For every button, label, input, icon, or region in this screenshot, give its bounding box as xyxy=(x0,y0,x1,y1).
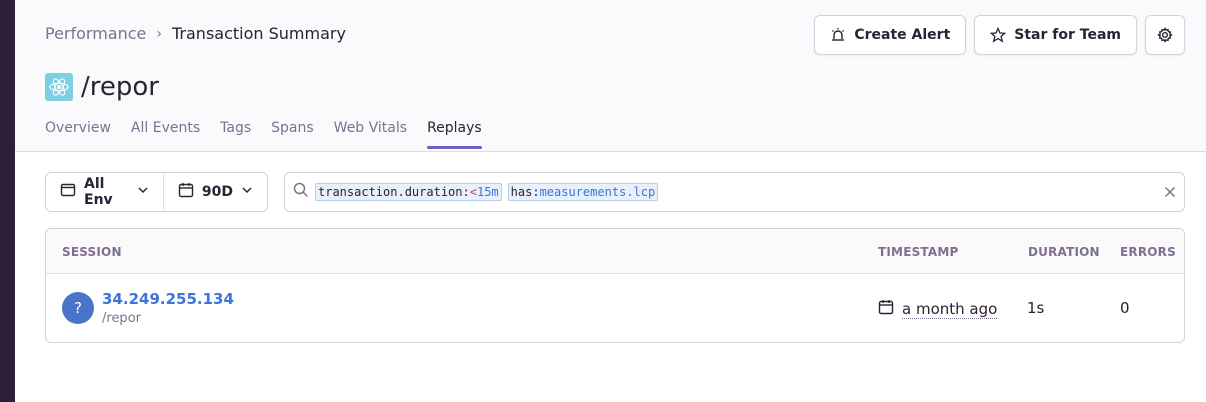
column-header-session[interactable]: SESSION xyxy=(62,245,122,259)
timestamp-cell: a month ago xyxy=(878,299,998,319)
table-header: SESSION TIMESTAMP DURATION ERRORS xyxy=(46,229,1184,274)
gear-icon xyxy=(1157,27,1173,43)
tab-bar: Overview All Events Tags Spans Web Vital… xyxy=(45,120,482,149)
create-alert-button[interactable]: Create Alert xyxy=(814,15,967,55)
column-header-errors[interactable]: ERRORS xyxy=(1120,245,1176,259)
breadcrumb: Performance › Transaction Summary xyxy=(45,24,346,43)
star-for-team-button[interactable]: Star for Team xyxy=(974,15,1137,55)
environment-value: All Env xyxy=(84,176,113,208)
token-operator: < xyxy=(469,185,477,199)
tab-overview[interactable]: Overview xyxy=(45,120,111,149)
replays-table: SESSION TIMESTAMP DURATION ERRORS ? 34.2… xyxy=(45,228,1185,343)
star-for-team-label: Star for Team xyxy=(1014,27,1121,43)
period-value: 90D xyxy=(201,184,233,200)
token-separator: : xyxy=(462,185,470,199)
search-token[interactable]: has:measurements.lcp xyxy=(507,183,659,201)
timestamp-value: a month ago xyxy=(902,299,998,319)
tab-spans[interactable]: Spans xyxy=(271,120,314,149)
tab-all-events[interactable]: All Events xyxy=(131,120,200,149)
tab-tags[interactable]: Tags xyxy=(220,120,251,149)
chevron-right-icon: › xyxy=(156,25,162,42)
star-icon xyxy=(989,26,1007,43)
token-value: measurements.lcp xyxy=(539,185,656,199)
session-path: /repor xyxy=(102,311,141,326)
search-icon xyxy=(293,182,309,202)
tab-replays[interactable]: Replays xyxy=(427,120,482,149)
chevron-down-icon xyxy=(241,184,253,200)
tab-web-vitals[interactable]: Web Vitals xyxy=(334,120,407,149)
search-token[interactable]: transaction.duration:<15m xyxy=(315,183,502,201)
calendar-icon xyxy=(878,299,894,319)
chevron-down-icon xyxy=(137,184,149,200)
react-atom-icon xyxy=(45,73,73,101)
siren-icon xyxy=(830,27,846,43)
calendar-icon xyxy=(178,182,194,202)
session-link[interactable]: 34.249.255.134 xyxy=(102,290,234,308)
header-actions: Create Alert Star for Team xyxy=(814,15,1185,55)
duration-value: 1s xyxy=(1027,299,1045,317)
column-header-timestamp[interactable]: TIMESTAMP xyxy=(878,245,959,259)
sidebar-edge xyxy=(0,0,15,402)
breadcrumb-performance-link[interactable]: Performance xyxy=(45,24,146,43)
environment-filter[interactable]: All Env xyxy=(46,173,163,211)
token-value: 15m xyxy=(476,185,499,199)
title-row: /repor xyxy=(45,72,159,102)
clear-search-icon[interactable] xyxy=(1164,183,1176,202)
errors-value: 0 xyxy=(1120,299,1130,317)
avatar: ? xyxy=(62,292,94,324)
page-header: Performance › Transaction Summary /repor… xyxy=(15,0,1206,152)
token-separator: : xyxy=(532,185,540,199)
period-filter[interactable]: 90D xyxy=(162,173,267,211)
page-filters: All Env 90D xyxy=(45,172,268,212)
token-key: has xyxy=(510,185,533,199)
settings-button[interactable] xyxy=(1145,15,1185,55)
search-input[interactable]: transaction.duration:<15m has:measuremen… xyxy=(284,172,1185,212)
column-header-duration[interactable]: DURATION xyxy=(1028,245,1100,259)
token-key: transaction.duration xyxy=(318,185,463,199)
breadcrumb-current: Transaction Summary xyxy=(172,24,346,43)
create-alert-label: Create Alert xyxy=(854,27,951,43)
window-icon xyxy=(60,182,76,202)
table-row[interactable]: ? 34.249.255.134 /repor a month ago 1s 0 xyxy=(46,274,1184,342)
page-title: /repor xyxy=(81,72,159,102)
